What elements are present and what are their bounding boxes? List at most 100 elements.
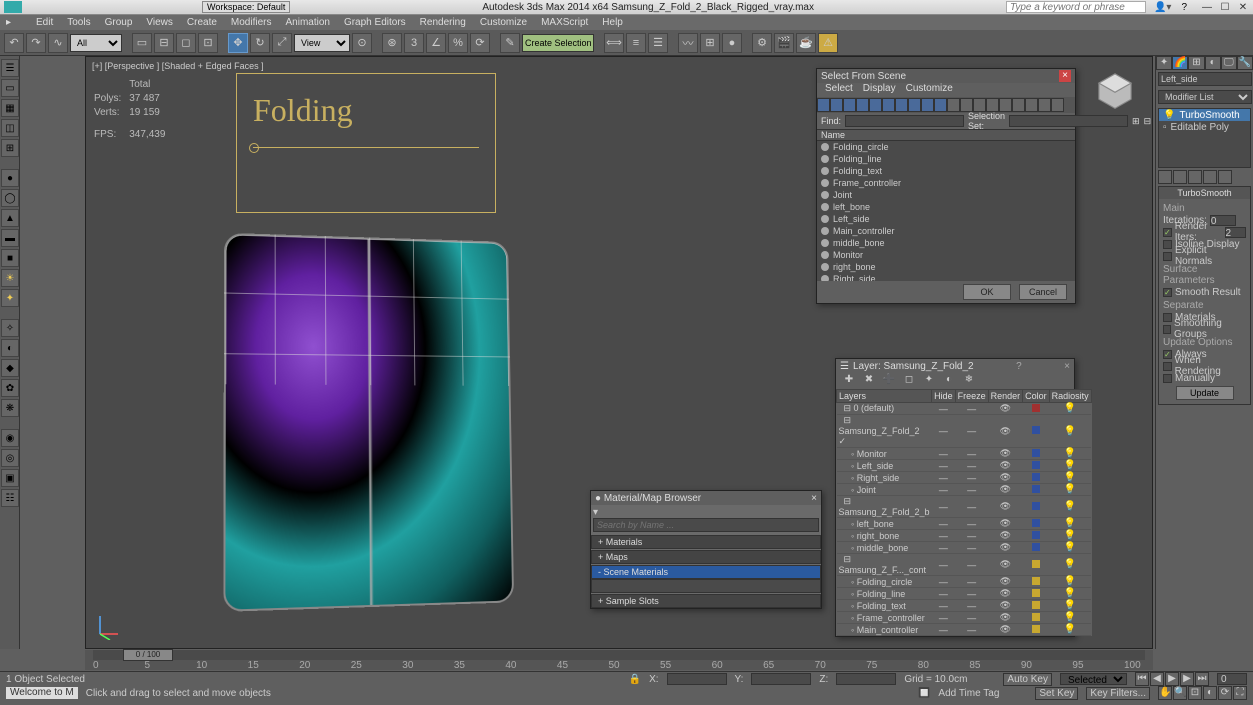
menu-animation[interactable]: Animation <box>285 17 329 28</box>
menu-grapheditors[interactable]: Graph Editors <box>344 17 406 28</box>
menu-modifiers[interactable]: Modifiers <box>231 17 272 28</box>
nav-orbit-button[interactable]: ⟳ <box>1218 686 1232 700</box>
tab-display[interactable]: Display <box>863 83 896 97</box>
tool-e[interactable]: ❋ <box>1 399 19 417</box>
menu-help[interactable]: Help <box>602 17 623 28</box>
cancel-button[interactable]: Cancel <box>1019 284 1067 300</box>
nav-zoom-button[interactable]: 🔍 <box>1173 686 1187 700</box>
nav-zoomext-button[interactable]: ⊡ <box>1188 686 1202 700</box>
tab-motion[interactable]: ◐ <box>1205 56 1221 70</box>
sep-sg-check[interactable] <box>1163 325 1171 334</box>
render-frame-button[interactable]: 🎬 <box>774 33 794 53</box>
frame-field[interactable]: 0 <box>1217 673 1247 685</box>
scene-item[interactable]: Right_side <box>817 273 1075 281</box>
col-radiosity[interactable]: Radiosity <box>1049 390 1091 403</box>
spinner-snap-button[interactable]: ⟳ <box>470 33 490 53</box>
layer-row[interactable]: ◦ Folding_line——👁💡 <box>837 588 1092 600</box>
scene-item[interactable]: middle_bone <box>817 237 1075 249</box>
f10[interactable] <box>934 98 947 112</box>
tab-modify[interactable]: 🌈 <box>1172 56 1188 70</box>
f13[interactable] <box>973 98 986 112</box>
rotate-button[interactable]: ↻ <box>250 33 270 53</box>
cone-icon[interactable]: ▲ <box>1 209 19 227</box>
schematic-button[interactable]: ⊞ <box>700 33 720 53</box>
ltool-2[interactable]: ▭ <box>1 79 19 97</box>
explicit-normals-check[interactable] <box>1163 252 1172 261</box>
stack-turbosmooth[interactable]: 💡TurboSmooth <box>1159 109 1250 121</box>
remove-mod-button[interactable] <box>1203 170 1217 184</box>
tool-a[interactable]: ✧ <box>1 319 19 337</box>
cat-materials[interactable]: + Materials <box>591 535 821 549</box>
add-to-layer-button[interactable]: ➕ <box>882 374 896 388</box>
smooth-result-check[interactable] <box>1163 288 1172 297</box>
scene-item[interactable]: Left_side <box>817 213 1075 225</box>
box-icon[interactable]: ■ <box>1 249 19 267</box>
tab-select[interactable]: Select <box>825 83 853 97</box>
maximize-button[interactable]: ☐ <box>1219 2 1231 13</box>
close-icon[interactable]: × <box>811 493 817 504</box>
modifier-stack[interactable]: 💡TurboSmooth ▫Editable Poly <box>1158 108 1251 168</box>
highlight-button[interactable]: ✦ <box>922 374 936 388</box>
isoline-check[interactable] <box>1163 240 1172 249</box>
selection-set-combo[interactable] <box>1009 115 1128 127</box>
f2[interactable] <box>830 98 843 112</box>
link-button[interactable]: ∿ <box>48 33 68 53</box>
layer-row[interactable]: ◦ Folding_text——👁💡 <box>837 600 1092 612</box>
scene-item[interactable]: Folding_text <box>817 165 1075 177</box>
isolate-icon[interactable]: 🔲 <box>918 688 930 699</box>
del-layer-button[interactable]: ✖ <box>862 374 876 388</box>
scene-item[interactable]: Folding_line <box>817 153 1075 165</box>
help-icon[interactable]: ? <box>1016 361 1022 372</box>
ltool-3[interactable]: ▦ <box>1 99 19 117</box>
rollup-header[interactable]: TurboSmooth <box>1159 187 1250 199</box>
z-field[interactable] <box>836 673 896 685</box>
pin-stack-button[interactable] <box>1158 170 1172 184</box>
render-iters-spinner[interactable]: 2 <box>1225 227 1246 238</box>
tab-hierarchy[interactable]: ⊞ <box>1188 56 1204 70</box>
sep-materials-check[interactable] <box>1163 313 1172 322</box>
x-field[interactable] <box>667 673 727 685</box>
layer-row[interactable]: ◦ right_bone——👁💡 <box>837 530 1092 542</box>
select-button[interactable]: ▭ <box>132 33 152 53</box>
help-icon[interactable]: ? <box>1181 2 1187 13</box>
warning-icon[interactable]: ⚠ <box>818 33 838 53</box>
play-button[interactable]: ▶ <box>1165 672 1179 686</box>
help-search-input[interactable] <box>1006 1 1146 13</box>
add-time-tag[interactable]: Add Time Tag <box>938 688 999 699</box>
col-render[interactable]: Render <box>988 390 1023 403</box>
nav-max-button[interactable]: ⛶ <box>1233 686 1247 700</box>
ok-button[interactable]: OK <box>963 284 1011 300</box>
close-button[interactable]: ✕ <box>1237 2 1249 13</box>
layer-row[interactable]: ◦ Folding_circle——👁💡 <box>837 576 1092 588</box>
y-field[interactable] <box>751 673 811 685</box>
tab-utilities[interactable]: 🔧 <box>1237 56 1253 70</box>
f11[interactable] <box>947 98 960 112</box>
viewport-label[interactable]: [+] [Perspective ] [Shaded + Edged Faces… <box>92 61 264 71</box>
layer-row[interactable]: ◦ Main_controller——👁💡 <box>837 624 1092 636</box>
layer-row[interactable]: ⊟ 0 (default)——👁💡 <box>837 403 1092 415</box>
goto-start-button[interactable]: ⏮ <box>1135 672 1149 686</box>
col-freeze[interactable]: Freeze <box>955 390 988 403</box>
scene-item[interactable]: right_bone <box>817 261 1075 273</box>
torus-icon[interactable]: ◯ <box>1 189 19 207</box>
selection-filter-combo[interactable]: All <box>70 34 122 52</box>
pivot-button[interactable]: ⊙ <box>352 33 372 53</box>
window-crossing-button[interactable]: ⊡ <box>198 33 218 53</box>
app-menu-icon[interactable]: ▸ <box>6 17 22 28</box>
modifier-list-combo[interactable]: Modifier List <box>1158 90 1252 104</box>
layer-row[interactable]: ⊟ Samsung_Z_Fold_2 ✓——👁💡 <box>837 415 1092 448</box>
menu-customize[interactable]: Customize <box>480 17 527 28</box>
named-selection-combo[interactable] <box>522 34 594 52</box>
material-editor-button[interactable]: ● <box>722 33 742 53</box>
sphere-icon[interactable]: ● <box>1 169 19 187</box>
align-button[interactable]: ≡ <box>626 33 646 53</box>
nav-pan-button[interactable]: ✋ <box>1158 686 1172 700</box>
f5[interactable] <box>869 98 882 112</box>
move-button[interactable]: ✥ <box>228 33 248 53</box>
object-name-field[interactable] <box>1158 72 1252 86</box>
material-search-input[interactable] <box>593 518 819 532</box>
find-input[interactable] <box>845 115 964 127</box>
menu-edit[interactable]: Edit <box>36 17 53 28</box>
f16[interactable] <box>1012 98 1025 112</box>
scene-item[interactable]: Monitor <box>817 249 1075 261</box>
